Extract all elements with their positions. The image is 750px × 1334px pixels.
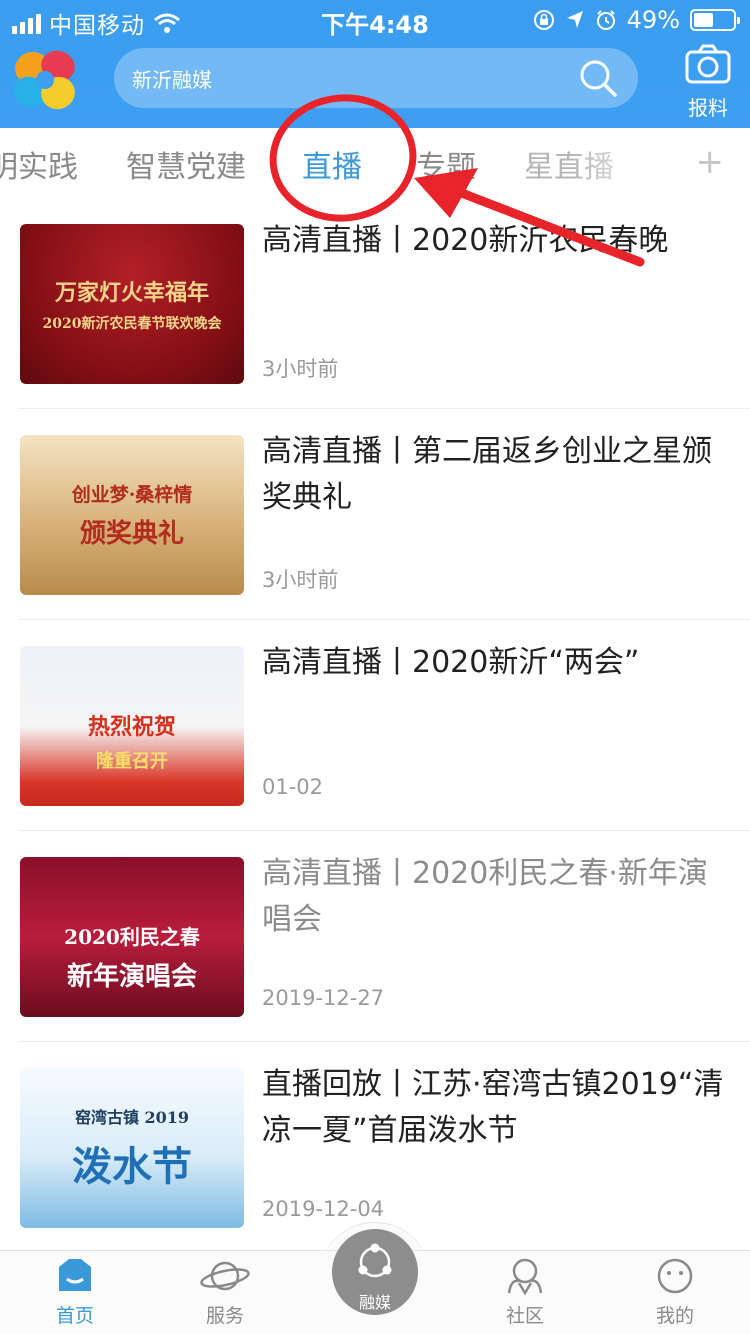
thumbnail-caption: 窑湾古镇 2019 bbox=[74, 1108, 190, 1127]
nav-services-label: 服务 bbox=[205, 1305, 244, 1327]
community-icon bbox=[507, 1258, 543, 1296]
article-title: 高清直播丨2020新沂“两会” bbox=[262, 645, 640, 680]
search-icon[interactable] bbox=[576, 56, 620, 100]
nav-home-label: 首页 bbox=[55, 1305, 94, 1327]
planet-icon bbox=[200, 1261, 250, 1291]
search-placeholder: 新沂融媒 bbox=[132, 67, 212, 92]
tab-smart-party[interactable]: 智慧党建 bbox=[126, 142, 246, 186]
article-thumbnail: 窑湾古镇 2019 泼水节 bbox=[20, 1068, 244, 1228]
nav-media-center[interactable]: 融媒 bbox=[332, 1229, 418, 1315]
article-time: 3小时前 bbox=[262, 357, 339, 381]
article-thumbnail: 万家灯火幸福年 2020新沂农民春节联欢晚会 bbox=[20, 224, 244, 384]
article-title: 高清直播丨2020利民之春·新年演唱会 bbox=[262, 856, 708, 937]
tab-live[interactable]: 直播 bbox=[302, 142, 362, 186]
camera-icon bbox=[685, 44, 731, 84]
article-title: 高清直播丨第二届返乡创业之星颁奖典礼 bbox=[262, 434, 712, 515]
thumbnail-subcaption: 泼水节 bbox=[72, 1143, 192, 1190]
article-time: 2019-12-04 bbox=[262, 1197, 385, 1221]
report-button[interactable]: 报料 bbox=[682, 44, 734, 120]
alarm-icon bbox=[596, 10, 615, 30]
plus-icon[interactable]: + bbox=[696, 142, 725, 182]
thumbnail-caption: 万家灯火幸福年 bbox=[54, 280, 209, 306]
article-title: 直播回放丨江苏·窑湾古镇2019“清凉一夏”首届泼水节 bbox=[262, 1067, 724, 1148]
nav-community-label: 社区 bbox=[505, 1305, 544, 1327]
nav-home[interactable]: 首页 bbox=[20, 1257, 130, 1328]
article-title: 高清直播丨2020新沂农民春晚 bbox=[262, 223, 669, 258]
app-header: 中国移动 下午4:48 49% 新沂融媒 报料 bbox=[0, 0, 750, 128]
thumbnail-caption: 2020利民之春 bbox=[64, 925, 200, 949]
status-bar: 中国移动 下午4:48 49% bbox=[0, 0, 750, 40]
article-time: 3小时前 bbox=[262, 568, 339, 592]
thumbnail-subcaption: 颁奖典礼 bbox=[79, 519, 184, 549]
list-item[interactable]: 创业梦·桑梓情 颁奖典礼 高清直播丨第二届返乡创业之星颁奖典礼 3小时前 bbox=[18, 409, 750, 620]
list-item[interactable]: 万家灯火幸福年 2020新沂农民春节联欢晚会 高清直播丨2020新沂农民春晚 3… bbox=[18, 198, 750, 409]
search-bar[interactable]: 新沂融媒 bbox=[114, 48, 638, 108]
list-item[interactable]: 2020利民之春 新年演唱会 高清直播丨2020利民之春·新年演唱会 2019-… bbox=[18, 831, 750, 1042]
channel-tabs: 明实践 智慧党建 直播 专题 星直播 + bbox=[0, 128, 750, 198]
nav-media-label: 融媒 bbox=[358, 1293, 391, 1312]
nav-profile-label: 我的 bbox=[655, 1305, 694, 1327]
location-icon bbox=[566, 11, 583, 28]
share-hub-icon bbox=[358, 1243, 392, 1278]
thumbnail-caption: 热烈祝贺 bbox=[87, 714, 176, 740]
nav-profile[interactable]: 我的 bbox=[620, 1257, 730, 1328]
article-time: 01-02 bbox=[262, 775, 324, 799]
list-item[interactable]: 热烈祝贺 隆重召开 高清直播丨2020新沂“两会” 01-02 bbox=[18, 620, 750, 831]
tab-practice[interactable]: 明实践 bbox=[0, 142, 78, 186]
list-item[interactable]: 窑湾古镇 2019 泼水节 直播回放丨江苏·窑湾古镇2019“清凉一夏”首届泼水… bbox=[18, 1042, 750, 1253]
article-thumbnail: 热烈祝贺 隆重召开 bbox=[20, 646, 244, 806]
smiley-icon bbox=[657, 1258, 693, 1294]
article-time: 2019-12-27 bbox=[262, 986, 385, 1010]
nav-community[interactable]: 社区 bbox=[470, 1257, 580, 1328]
article-list: 万家灯火幸福年 2020新沂农民春节联欢晚会 高清直播丨2020新沂农民春晚 3… bbox=[0, 198, 750, 1253]
article-thumbnail: 2020利民之春 新年演唱会 bbox=[20, 857, 244, 1017]
home-icon bbox=[59, 1259, 91, 1291]
thumbnail-subcaption: 2020新沂农民春节联欢晚会 bbox=[42, 316, 222, 332]
app-logo[interactable] bbox=[10, 46, 80, 114]
article-thumbnail: 创业梦·桑梓情 颁奖典礼 bbox=[20, 435, 244, 595]
nav-services[interactable]: 服务 bbox=[170, 1257, 280, 1328]
rotation-lock-icon bbox=[533, 10, 554, 30]
report-label: 报料 bbox=[688, 96, 728, 120]
thumbnail-subcaption: 新年演唱会 bbox=[66, 962, 197, 992]
battery-percent: 49% bbox=[626, 6, 680, 34]
thumbnail-caption: 创业梦·桑梓情 bbox=[71, 484, 193, 506]
battery-icon bbox=[690, 9, 740, 31]
tab-topics[interactable]: 专题 bbox=[416, 142, 476, 186]
thumbnail-subcaption: 隆重召开 bbox=[96, 751, 168, 772]
